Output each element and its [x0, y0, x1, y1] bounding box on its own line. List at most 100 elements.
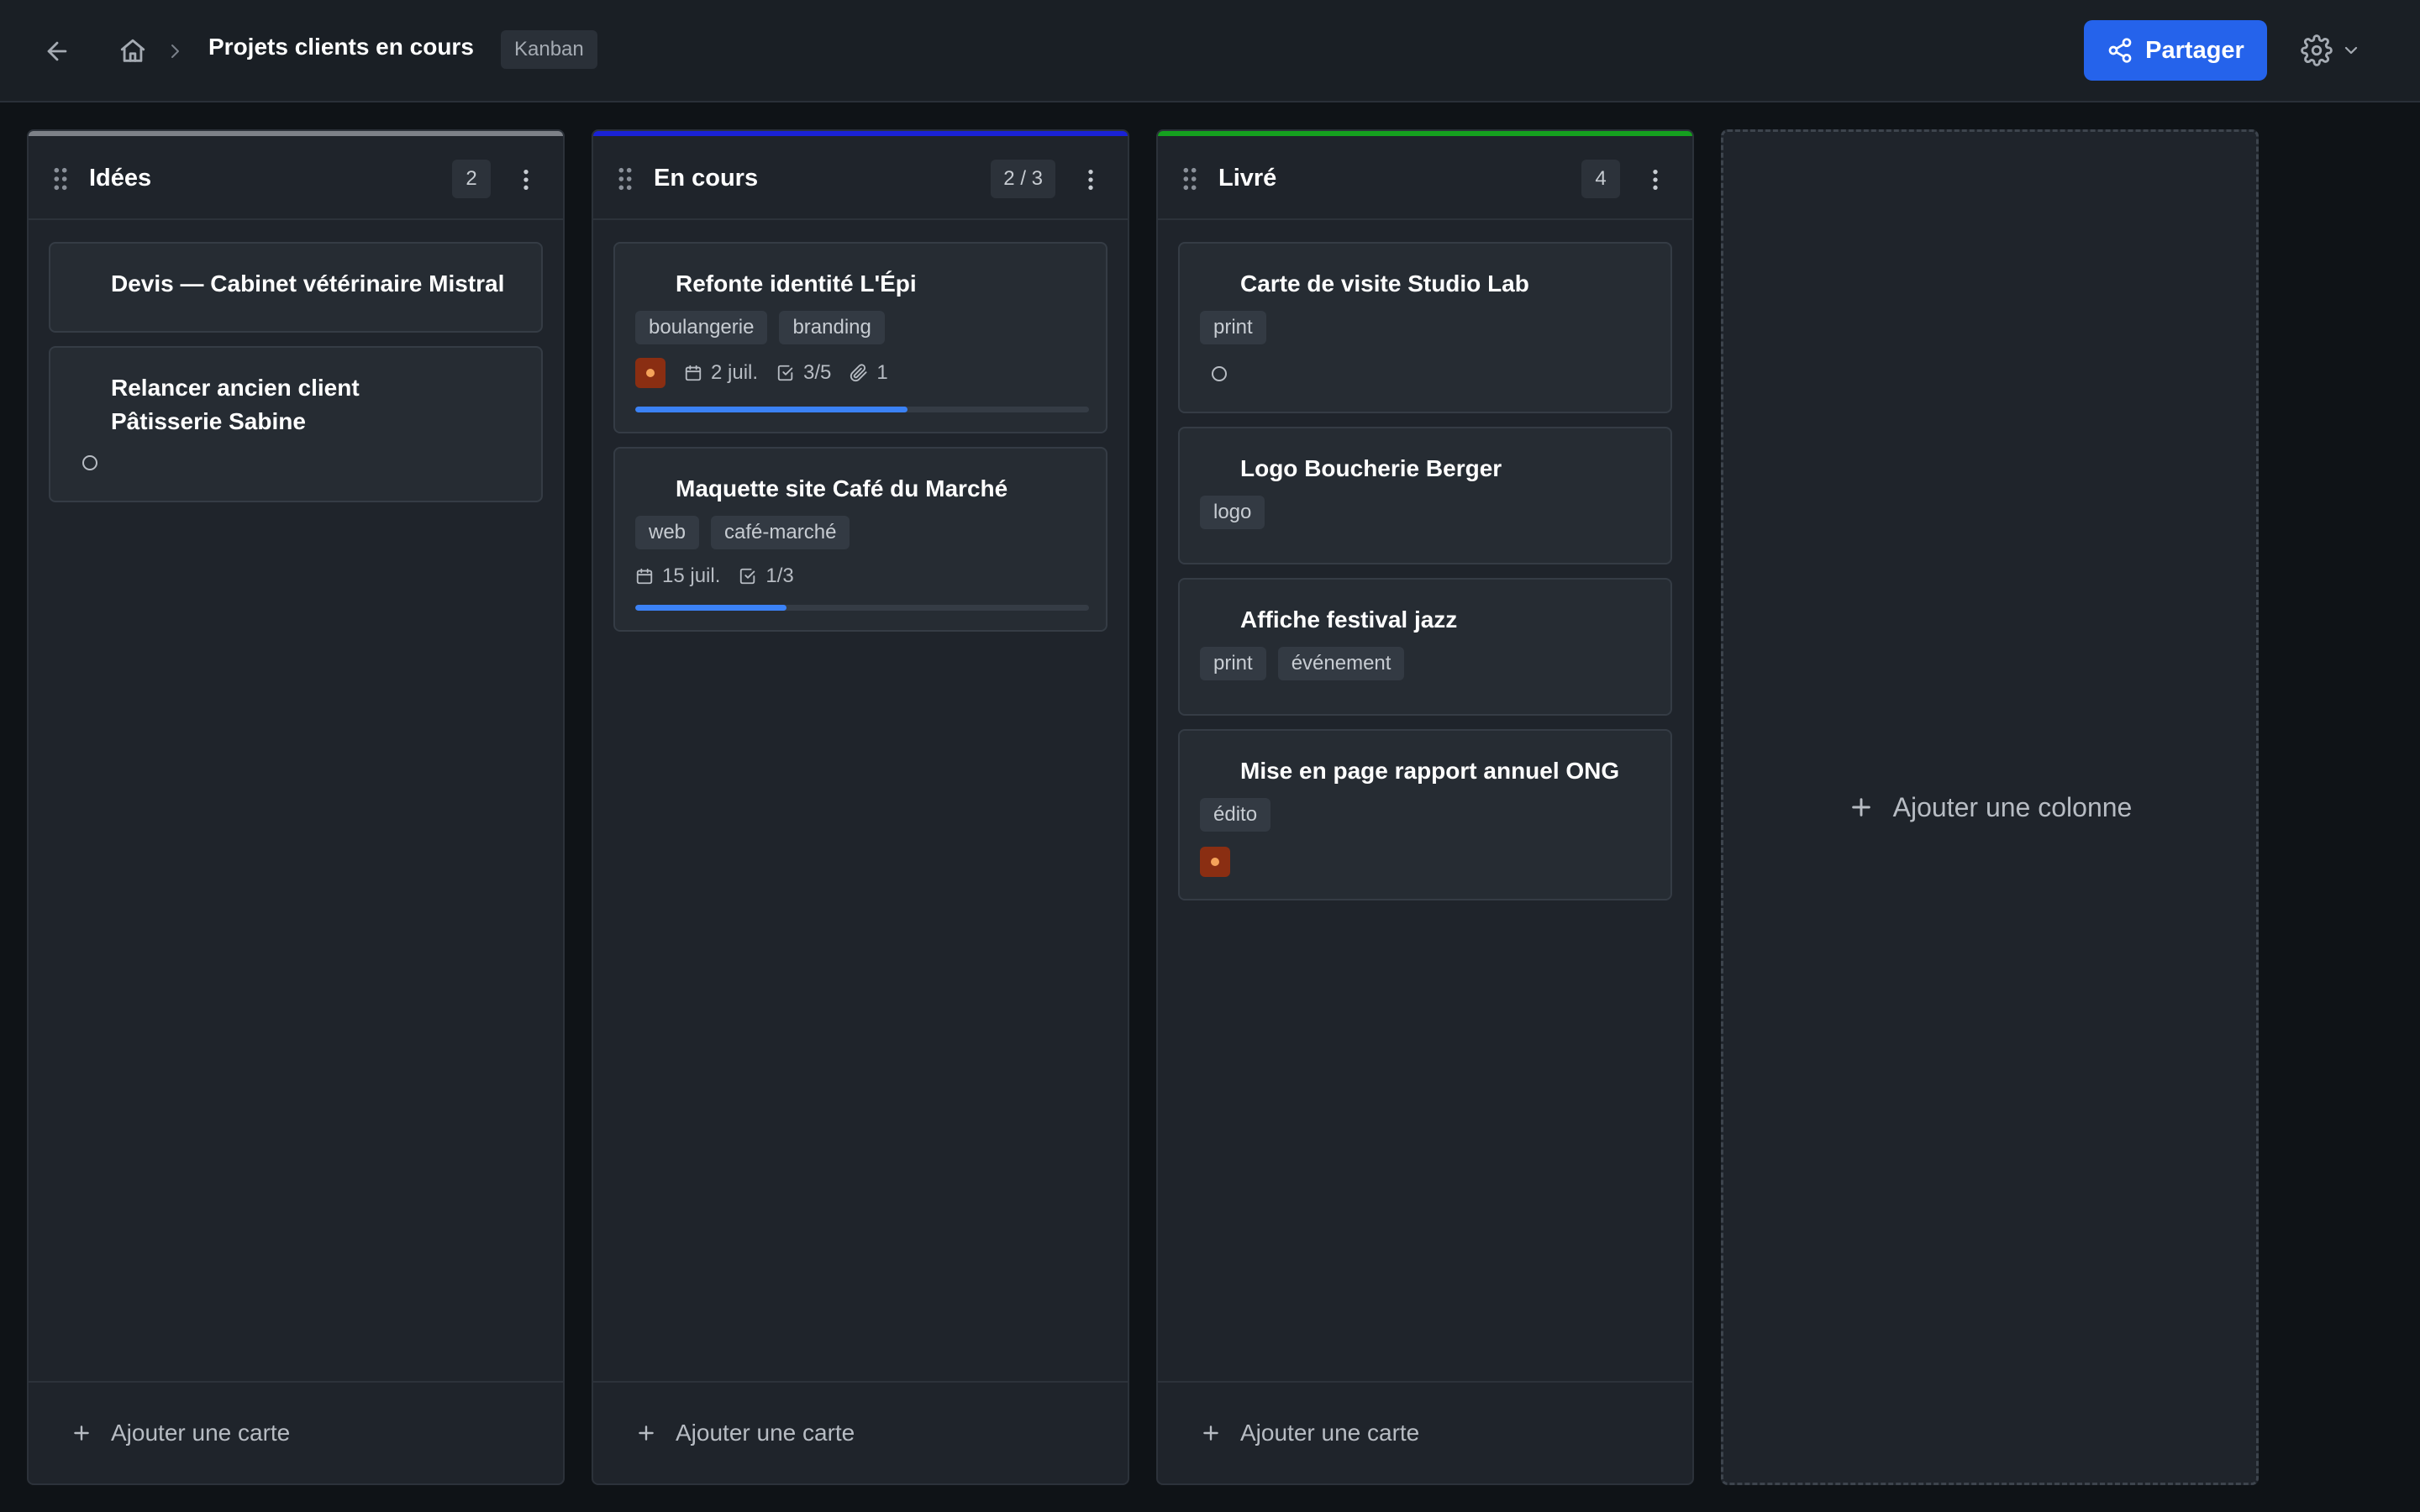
card-title: Maquette site Café du Marché [676, 475, 1008, 501]
card-title: Carte de visite Studio Lab [1240, 270, 1529, 297]
card[interactable]: Affiche festival jazz print événement [1178, 578, 1672, 716]
card-title: Relancer ancien client Pâtisserie Sabine [111, 375, 360, 434]
plus-icon [635, 1422, 657, 1444]
add-card-button[interactable]: Ajouter une carte [1158, 1381, 1692, 1483]
avatar-dot [646, 369, 655, 377]
column-idees: Idées 2 Devis — Cabinet vétérinaire Mist… [27, 129, 565, 1485]
checkbox-icon [776, 364, 795, 382]
drag-handle-icon[interactable] [52, 166, 69, 192]
more-vertical-icon[interactable] [513, 165, 539, 195]
share-button[interactable]: Partager [2084, 20, 2267, 81]
checklist-count: 3/5 [776, 361, 831, 385]
column-livre: Livré 4 Carte de visite Studio Lab print… [1156, 129, 1694, 1485]
card[interactable]: Logo Boucherie Berger logo [1178, 427, 1672, 564]
tag: web [635, 516, 700, 549]
card[interactable]: Refonte identité L'Épi boulangerie brand… [613, 242, 1107, 433]
tag: print [1200, 311, 1266, 344]
progress-bar [635, 407, 1089, 412]
chevron-down-icon [2341, 40, 2361, 60]
add-card-label: Ajouter une carte [111, 1420, 291, 1446]
column-en-cours: En cours 2 / 3 Refonte identité L'Épi bo… [592, 129, 1129, 1485]
share-button-label: Partager [2145, 36, 2244, 64]
column-card-count: 4 [1581, 160, 1620, 198]
calendar-icon [635, 567, 654, 585]
card[interactable]: Devis — Cabinet vétérinaire Mistral [49, 242, 543, 333]
add-column-button[interactable]: Ajouter une colonne [1721, 129, 2259, 1485]
progress-fill [635, 605, 786, 611]
card-meta [1200, 847, 1230, 877]
view-badge: Kanban [501, 30, 597, 69]
plus-icon [71, 1422, 92, 1444]
drag-handle-icon[interactable] [617, 166, 634, 192]
card-title: Affiche festival jazz [1240, 606, 1458, 633]
top-bar: Projets clients en cours Kanban Partager [0, 0, 2420, 102]
card-meta: 2 juil. 3/5 1 [635, 358, 888, 388]
column-card-count: 2 / 3 [991, 160, 1055, 198]
home-icon[interactable] [113, 31, 153, 71]
column-header: Livré 4 [1158, 136, 1692, 220]
tag: logo [1200, 496, 1265, 529]
share-icon [2107, 37, 2133, 64]
add-column-label: Ajouter une colonne [1892, 791, 2133, 822]
avatar[interactable] [635, 358, 666, 388]
column-title: Livré [1218, 165, 1277, 192]
tag: branding [779, 311, 885, 344]
add-card-button[interactable]: Ajouter une carte [29, 1381, 563, 1483]
tag: boulangerie [635, 311, 768, 344]
progress-fill [635, 407, 908, 412]
avatar[interactable] [1200, 847, 1230, 877]
status-circle-icon[interactable] [82, 455, 97, 470]
attachment-count: 1 [850, 361, 888, 385]
plus-icon [1848, 794, 1875, 821]
avatar-dot [1211, 858, 1219, 866]
more-vertical-icon[interactable] [1077, 165, 1104, 195]
card-meta: 15 juil. 1/3 [635, 561, 794, 591]
card[interactable]: Mise en page rapport annuel ONG édito [1178, 729, 1672, 900]
paperclip-icon [850, 364, 868, 382]
tag: édito [1200, 798, 1271, 832]
card-tags: web café-marché [635, 516, 850, 549]
card-tags: boulangerie branding [635, 311, 885, 344]
due-date-text: 15 juil. [662, 564, 721, 587]
card-tags: logo [1200, 496, 1265, 529]
card-title: Devis — Cabinet vétérinaire Mistral [111, 270, 505, 297]
card[interactable]: Carte de visite Studio Lab print [1178, 242, 1672, 413]
progress-bar [635, 605, 1089, 611]
card[interactable]: Relancer ancien client Pâtisserie Sabine [49, 346, 543, 502]
due-date-text: 2 juil. [711, 361, 759, 384]
tag: événement [1277, 647, 1405, 680]
drag-handle-icon[interactable] [1181, 166, 1198, 192]
card-tags: print événement [1200, 647, 1405, 680]
checklist-count: 1/3 [739, 564, 794, 588]
card-title: Mise en page rapport annuel ONG [1240, 758, 1620, 784]
due-date: 15 juil. [635, 564, 720, 588]
settings-menu-button[interactable] [2301, 30, 2376, 71]
status-circle-icon[interactable] [1212, 366, 1227, 381]
column-title: En cours [654, 165, 759, 192]
column-card-count: 2 [452, 160, 491, 198]
tag: print [1200, 647, 1266, 680]
plus-icon [1200, 1422, 1222, 1444]
page-title: Projets clients en cours [208, 34, 474, 60]
back-arrow-icon[interactable] [37, 31, 77, 71]
due-date: 2 juil. [684, 361, 758, 385]
checklist-text: 1/3 [765, 564, 794, 587]
add-card-label: Ajouter une carte [1240, 1420, 1420, 1446]
card-tags: édito [1200, 798, 1271, 832]
add-card-label: Ajouter une carte [676, 1420, 855, 1446]
gear-icon [2301, 34, 2333, 66]
calendar-icon [684, 364, 702, 382]
chevron-right-icon [165, 39, 185, 63]
column-title: Idées [89, 165, 152, 192]
add-card-button[interactable]: Ajouter une carte [593, 1381, 1128, 1483]
card-tags: print [1200, 311, 1266, 344]
checkbox-icon [739, 567, 757, 585]
card[interactable]: Maquette site Café du Marché web café-ma… [613, 447, 1107, 632]
column-header: Idées 2 [29, 136, 563, 220]
attachment-text: 1 [876, 361, 888, 384]
column-header: En cours 2 / 3 [593, 136, 1128, 220]
tag: café-marché [711, 516, 850, 549]
more-vertical-icon[interactable] [1642, 165, 1669, 195]
card-title: Logo Boucherie Berger [1240, 455, 1502, 481]
card-title: Refonte identité L'Épi [676, 270, 917, 297]
